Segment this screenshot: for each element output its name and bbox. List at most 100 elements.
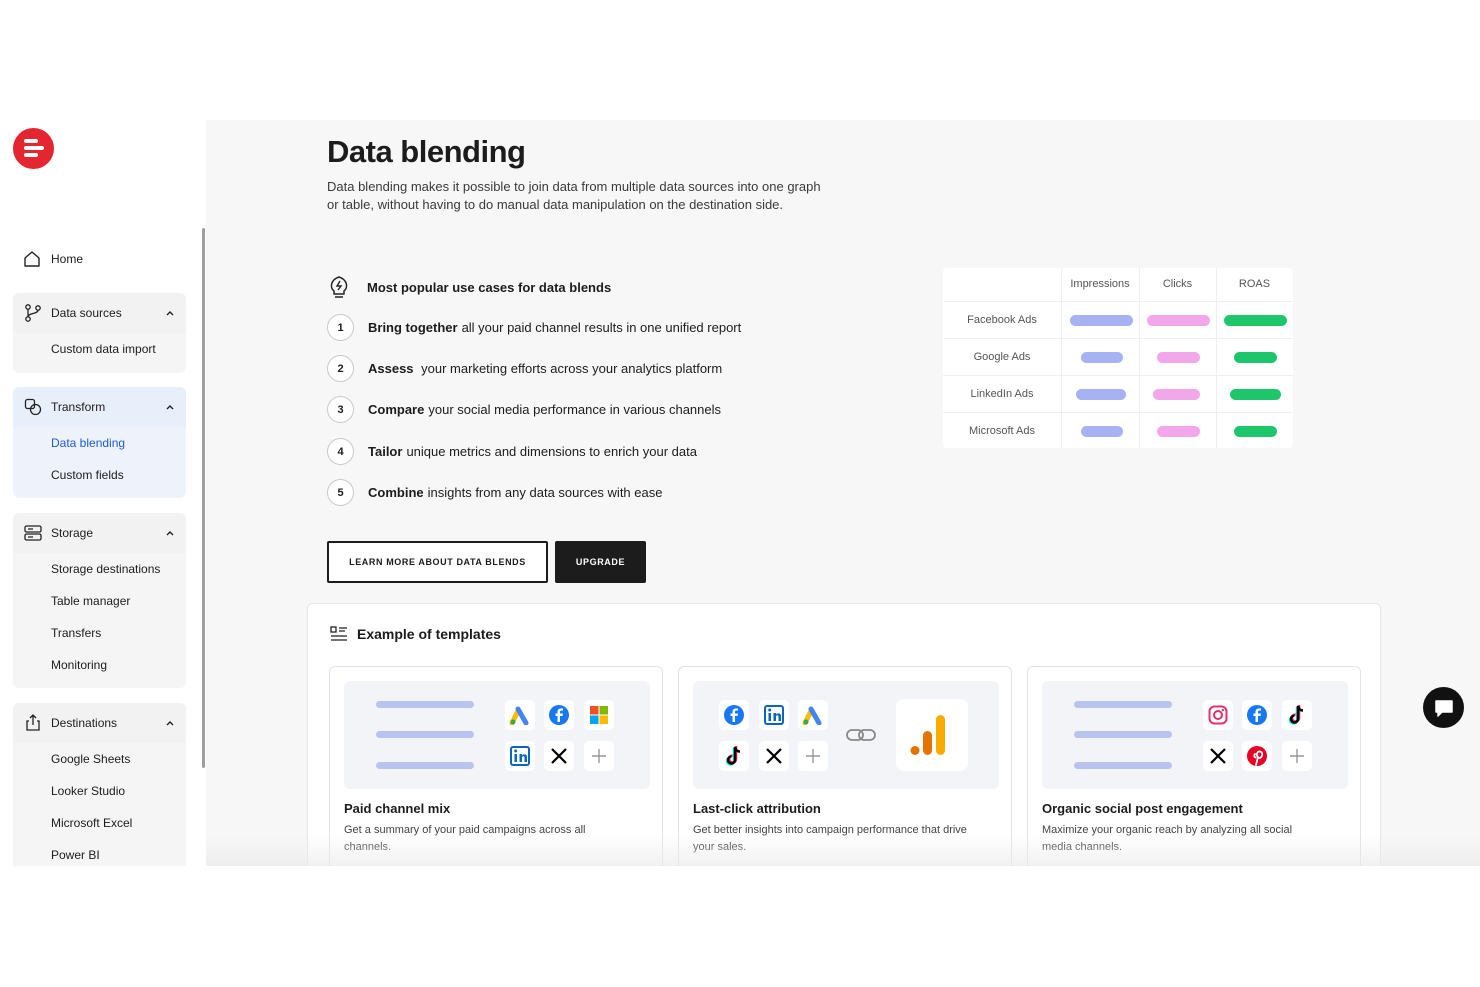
step-number: 5 [327, 479, 354, 506]
row-label: Microsoft Ads [968, 425, 1036, 437]
sidebar-item-storage-destinations[interactable]: Storage destinations [13, 553, 186, 585]
step-number: 1 [327, 314, 354, 341]
sidebar-item-transform[interactable]: Transform [13, 387, 186, 427]
sidebar-item-looker-studio[interactable]: Looker Studio [13, 775, 186, 807]
sidebar-item-data-blending[interactable]: Data blending [13, 427, 186, 459]
column-header: ROAS [1238, 278, 1271, 290]
plus-icon[interactable] [798, 741, 828, 771]
use-case-text: your social media performance in various… [428, 402, 722, 417]
sidebar-item-storage[interactable]: Storage [13, 513, 186, 553]
card-title: Organic social post engagement [1042, 801, 1243, 816]
clicks-bar [1157, 426, 1200, 437]
sidebar-item-home[interactable]: Home [22, 248, 83, 270]
microsoft-icon [584, 700, 614, 730]
list-item: 2 Assess your marketing efforts across y… [327, 355, 722, 382]
list-item: 3 Compare your social media performance … [327, 396, 721, 423]
placeholder-line [376, 762, 474, 769]
use-case-bold: Compare [368, 402, 425, 417]
list-item: 4 Tailor unique metrics and dimensions t… [327, 438, 697, 465]
chevron-up-icon[interactable] [164, 717, 176, 729]
sidebar-item-custom-fields[interactable]: Custom fields [13, 459, 186, 491]
template-card-last-click-attribution[interactable]: Last-click attribution Get better insigh… [678, 666, 1012, 866]
sidebar-group-label: Data sources [51, 306, 122, 320]
plus-icon[interactable] [1282, 741, 1312, 771]
list-icon [330, 626, 347, 641]
sidebar-group-label: Transform [51, 400, 106, 414]
linkedin-icon [759, 700, 789, 730]
chevron-up-icon[interactable] [164, 527, 176, 539]
use-cases-heading-text: Most popular use cases for data blends [367, 279, 612, 295]
sidebar-item-table-manager[interactable]: Table manager [13, 585, 186, 617]
sidebar-item-power-bi[interactable]: Power BI [13, 839, 186, 866]
sidebar-group-destinations: Destinations Google Sheets Looker Studio… [13, 703, 186, 866]
placeholder-line [1074, 762, 1172, 769]
template-card-paid-channel-mix[interactable]: Paid channel mix Get a summary of your p… [329, 666, 663, 866]
card-title: Paid channel mix [344, 801, 451, 816]
sidebar-group-storage: Storage Storage destinations Table manag… [13, 513, 186, 688]
use-cases-heading: Most popular use cases for data blends [327, 274, 611, 300]
sidebar-item-label: Home [51, 252, 84, 266]
placeholder-line [1074, 731, 1172, 738]
use-case-text: your marketing efforts across your analy… [417, 361, 723, 376]
templates-heading-text: Example of templates [357, 626, 501, 642]
plus-icon[interactable] [584, 741, 614, 771]
lightbulb-icon [330, 276, 348, 298]
clicks-bar [1153, 389, 1200, 400]
chat-button[interactable] [1423, 687, 1464, 728]
row-label: Facebook Ads [967, 314, 1037, 326]
impressions-bar [1081, 352, 1123, 363]
tiktok-icon [719, 741, 749, 771]
pinterest-icon [1242, 741, 1272, 771]
transform-icon [24, 398, 42, 416]
template-card-organic-social-post-engagement[interactable]: Organic social post engagement Maximize … [1027, 666, 1361, 866]
x-icon [1203, 741, 1233, 771]
instagram-icon [1203, 700, 1233, 730]
use-case-text: all your paid channel results in one uni… [461, 320, 742, 335]
chevron-up-icon[interactable] [164, 401, 176, 413]
facebook-icon [544, 700, 574, 730]
card-illustration [1042, 681, 1348, 789]
roas-bar [1230, 389, 1281, 400]
sidebar-item-destinations[interactable]: Destinations [13, 703, 186, 743]
clicks-bar [1157, 352, 1200, 363]
step-number: 4 [327, 438, 354, 465]
link-icon [845, 726, 877, 749]
main-content: Data blending Data blending makes it pos… [206, 120, 1480, 866]
sidebar-item-google-sheets[interactable]: Google Sheets [13, 743, 186, 775]
sidebar-item-microsoft-excel[interactable]: Microsoft Excel [13, 807, 186, 839]
storage-icon [24, 525, 42, 541]
card-description: Get better insights into campaign perfor… [693, 824, 967, 853]
upgrade-button[interactable]: UPGRADE [555, 541, 646, 583]
sidebar-item-data-sources[interactable]: Data sources [13, 293, 186, 333]
use-case-text: unique metrics and dimensions to enrich … [406, 444, 697, 459]
sidebar-item-custom-data-import[interactable]: Custom data import [13, 333, 186, 365]
linkedin-icon [505, 741, 535, 771]
tiktok-icon [1282, 700, 1312, 730]
list-item: 1 Bring together all your paid channel r… [327, 314, 741, 341]
page-title: Data blending [327, 134, 526, 169]
card-description: Maximize your organic reach by analyzing… [1042, 824, 1293, 853]
sidebar-group-transform: Transform Data blending Custom fields [13, 387, 186, 498]
row-label: Google Ads [973, 351, 1031, 363]
column-header: Clicks [1162, 278, 1193, 290]
sidebar-group-label: Storage [51, 526, 94, 540]
templates-panel: Example of templates Paid channel mix Ge… [307, 603, 1381, 866]
sidebar-item-monitoring[interactable]: Monitoring [13, 649, 186, 681]
upload-icon [26, 714, 40, 731]
impressions-bar [1070, 315, 1133, 326]
chevron-up-icon[interactable] [164, 307, 176, 319]
facebook-icon [1242, 700, 1272, 730]
facebook-icon [719, 700, 749, 730]
sidebar-item-transfers[interactable]: Transfers [13, 617, 186, 649]
learn-more-button[interactable]: LEARN MORE ABOUT DATA BLENDS [327, 541, 548, 583]
card-title: Last-click attribution [693, 801, 821, 816]
card-description: Get a summary of your paid campaigns acr… [344, 824, 586, 853]
placeholder-line [376, 731, 474, 738]
metrics-table: Impressions Clicks ROAS Facebook Ads Goo… [943, 268, 1293, 448]
logo-icon[interactable] [13, 128, 54, 169]
branch-icon [25, 304, 41, 322]
sidebar-scrollbar[interactable] [202, 228, 205, 768]
x-icon [759, 741, 789, 771]
step-number: 2 [327, 355, 354, 382]
roas-bar [1224, 315, 1287, 326]
